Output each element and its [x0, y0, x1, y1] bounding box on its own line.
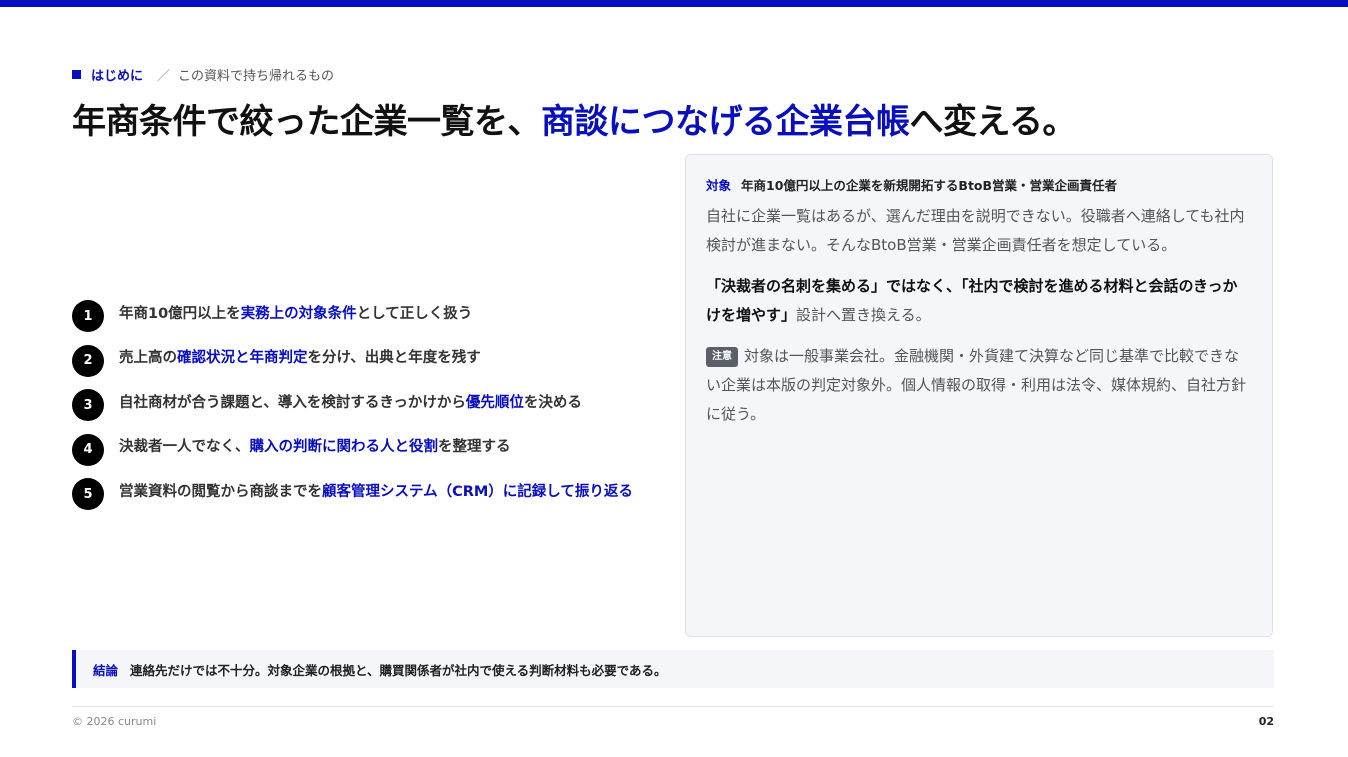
list-item: 2 売上高の確認状況と年商判定を分け、出典と年度を残す [72, 335, 672, 380]
list-item: 4 決裁者一人でなく、購入の判断に関わる人と役割を整理する [72, 424, 672, 469]
key-message: 「決裁者の名刺を集める」ではなく、「社内で検討を進める材料と会話のきっかけを増や… [706, 277, 1238, 324]
list-item-text: 自社商材が合う課題と、導入を検討するきっかけから優先順位を決める [119, 394, 582, 411]
number-badge: 2 [72, 344, 104, 377]
title-highlight: 商談につなげる企業台帳 [541, 102, 910, 142]
title-before: 年商条件で絞った企業一覧を、 [72, 102, 542, 142]
footer-divider [72, 706, 1274, 707]
page-title: 年商条件で絞った企業一覧を、商談につなげる企業台帳へ変える。 [72, 94, 1076, 143]
number-badge: 4 [72, 433, 104, 466]
list-item-text: 営業資料の閲覧から商談までを顧客管理システム（CRM）に記録して振り返る [119, 483, 633, 500]
eyebrow: はじめに ／ この資料で持ち帰れるもの [72, 65, 335, 84]
description-paragraph: 自社に企業一覧はあるが、選んだ理由を説明できない。役職者へ連絡しても社内検討が進… [706, 207, 1245, 254]
conclusion-bar: 結論 連絡先だけでは不十分。対象企業の根拠と、購買関係者が社内で使える判断材料も… [72, 650, 1274, 688]
number-badge: 3 [72, 389, 104, 422]
list-item-text: 売上高の確認状況と年商判定を分け、出典と年度を残す [119, 350, 481, 367]
list-item: 1 年商10億円以上を実務上の対象条件として正しく扱う [72, 290, 672, 335]
square-bullet-icon [72, 69, 81, 79]
audience-card: 対象 年商10億円以上の企業を新規開拓するBtoB営業・営業企画責任者 自社に企業… [685, 154, 1273, 637]
conclusion-label: 結論 [93, 662, 119, 678]
audience-text: 年商10億円以上の企業を新規開拓するBtoB営業・営業企画責任者 [741, 178, 1118, 193]
section-label: はじめに [91, 68, 144, 84]
audience-line: 対象 年商10億円以上の企業を新規開拓するBtoB営業・営業企画責任者 [706, 175, 1252, 194]
caution-badge: 注意 [706, 347, 738, 367]
caution-text: 対象は一般事業会社。金融機関・外貨建て決算など同じ基準で比較できない企業は本版の… [706, 347, 1247, 423]
audience-label: 対象 [706, 178, 732, 193]
number-badge: 5 [72, 478, 104, 511]
caution-note: 注意 対象は一般事業会社。金融機関・外貨建て決算など同じ基準で比較できない企業は本… [706, 342, 1252, 429]
number-badge: 1 [72, 300, 104, 333]
title-after: へ変える。 [909, 102, 1077, 142]
list-item: 5 営業資料の閲覧から商談までを顧客管理システム（CRM）に記録して振り返る [72, 468, 672, 513]
conclusion-text: 連絡先だけでは不十分。対象企業の根拠と、購買関係者が社内で使える判断材料も必要で… [130, 662, 667, 678]
takeaway-list: 1 年商10億円以上を実務上の対象条件として正しく扱う 2 売上高の確認状況と年… [72, 290, 672, 513]
eyebrow-separator: ／ [157, 68, 171, 84]
page-number: 02 [1258, 715, 1274, 728]
copyright: © 2026 curumi [72, 715, 157, 728]
eyebrow-subtitle: この資料で持ち帰れるもの [178, 68, 335, 84]
list-item-text: 年商10億円以上を実務上の対象条件として正しく扱う [119, 305, 473, 322]
list-item-text: 決裁者一人でなく、購入の判断に関わる人と役割を整理する [119, 439, 511, 456]
list-item: 3 自社商材が合う課題と、導入を検討するきっかけから優先順位を決める [72, 379, 672, 424]
top-accent-bar [0, 0, 1348, 7]
